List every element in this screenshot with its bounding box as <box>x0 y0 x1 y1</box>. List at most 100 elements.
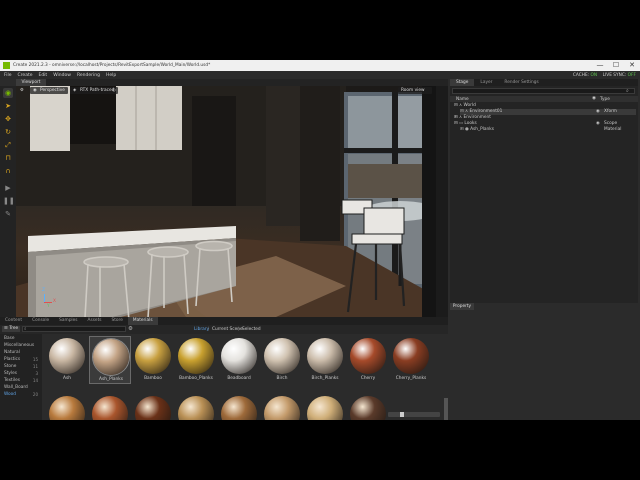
material-tile[interactable]: Bamboo_Planks <box>175 336 217 384</box>
camera-selector[interactable]: Perspective <box>40 88 65 93</box>
category-miscellaneous[interactable]: Miscellaneous <box>4 343 34 348</box>
renderer-selector[interactable]: RTX Path-traced <box>80 88 114 93</box>
tab-property[interactable]: Property <box>450 303 474 310</box>
filter-settings-icon[interactable]: ⚙ <box>128 326 133 332</box>
material-tile[interactable]: Birch <box>261 336 303 384</box>
scale-tool-icon[interactable]: ⤢ <box>3 140 13 150</box>
slider-handle[interactable] <box>400 412 404 417</box>
play-icon[interactable]: ▶ <box>3 183 13 193</box>
material-tile[interactable]: Ash <box>46 336 88 384</box>
visibility-icon[interactable]: ◉ <box>596 121 600 126</box>
category-count: 15 <box>32 357 38 362</box>
material-tile[interactable] <box>261 394 303 420</box>
minimize-button[interactable]: — <box>592 60 608 71</box>
viewport[interactable]: ⚙ ◉ Perspective ◈ RTX Path-traced ◎ Room… <box>16 86 436 317</box>
menu-rendering[interactable]: Rendering <box>77 73 100 78</box>
material-preview <box>307 338 343 374</box>
category-wall-board[interactable]: Wall_Board <box>4 385 28 390</box>
tab-render-settings[interactable]: Render Settings <box>498 79 544 86</box>
category-plastics[interactable]: Plastics 15 <box>4 357 40 362</box>
category-wood[interactable]: Wood 20 <box>4 392 40 397</box>
material-tile[interactable]: Cherry_Planks <box>390 336 432 384</box>
visibility-icon[interactable]: ◉ <box>596 109 600 114</box>
category-stone[interactable]: Stone 11 <box>4 364 40 369</box>
cache-value[interactable]: ON <box>591 73 598 78</box>
tab-stage[interactable]: Stage <box>450 79 475 86</box>
material-tile[interactable]: Ash_Planks <box>89 336 131 384</box>
overlay-label[interactable]: Room view <box>401 88 425 93</box>
tab-viewport[interactable]: Viewport <box>16 79 46 86</box>
magnet-tool-icon[interactable]: ∩ <box>3 166 13 176</box>
stage-row-ash-planks[interactable]: ⊞ ● Ash_Planks Material <box>460 127 636 133</box>
snap-tool-icon[interactable]: ⊓ <box>3 153 13 163</box>
axis-y-label: Y <box>47 304 50 309</box>
axis-x-label: X <box>53 299 56 304</box>
category-natural[interactable]: Natural <box>4 350 20 355</box>
material-grid-scrollbar[interactable] <box>444 398 448 420</box>
material-tile[interactable]: Bamboo <box>132 336 174 384</box>
menu-edit[interactable]: Edit <box>38 73 47 78</box>
expand-icon[interactable]: ⊟ <box>454 121 458 126</box>
menu-file[interactable]: File <box>4 73 12 78</box>
category-label: Styles <box>4 371 18 376</box>
settings-icon[interactable]: ⚙ <box>20 88 24 93</box>
omniverse-icon[interactable]: ◉ <box>3 88 13 98</box>
select-tool-icon[interactable]: ➤ <box>3 101 13 111</box>
expand-icon[interactable]: ⊞ <box>454 115 458 120</box>
material-label: Ash_Planks <box>99 377 123 382</box>
column-type[interactable]: Type <box>600 97 610 102</box>
paint-tool-icon[interactable]: ✎ <box>3 209 13 219</box>
material-tile[interactable] <box>347 394 389 420</box>
live-sync-value[interactable]: OFF <box>628 73 636 78</box>
rotate-tool-icon[interactable]: ↻ <box>3 127 13 137</box>
material-tile[interactable] <box>89 394 131 420</box>
material-tile[interactable]: Beadboard <box>218 336 260 384</box>
material-tile[interactable] <box>46 394 88 420</box>
material-tile[interactable] <box>175 394 217 420</box>
menu-help[interactable]: Help <box>106 73 116 78</box>
expand-icon[interactable]: ⊟ <box>454 103 458 108</box>
tab-layer[interactable]: Layer <box>474 79 498 86</box>
category-count: 20 <box>32 392 38 397</box>
material-tile[interactable] <box>218 394 260 420</box>
maximize-button[interactable]: ☐ <box>608 60 624 71</box>
close-button[interactable]: ✕ <box>624 60 640 71</box>
tab-console[interactable]: Console <box>27 317 54 325</box>
tab-store[interactable]: Store <box>107 317 128 325</box>
tab-content[interactable]: Content <box>0 317 27 325</box>
tool-bar: ◉ ➤ ✥ ↻ ⤢ ⊓ ∩ ▶ ❚❚ ✎ <box>0 86 16 317</box>
viewport-side-strip <box>436 86 448 317</box>
material-tile[interactable]: Birch_Planks <box>304 336 346 384</box>
material-preview <box>350 396 386 420</box>
stage-row-type: Material <box>604 127 622 132</box>
pause-icon[interactable]: ❚❚ <box>3 196 15 206</box>
column-name[interactable]: Name <box>456 97 469 102</box>
filter-selected[interactable]: Selected <box>242 327 261 332</box>
material-tile[interactable] <box>304 394 346 420</box>
material-preview <box>307 396 343 420</box>
tab-samples[interactable]: Samples <box>54 317 82 325</box>
menu-create[interactable]: Create <box>18 73 33 78</box>
tab-materials[interactable]: Materials <box>127 317 158 325</box>
material-label: Bamboo_Planks <box>179 376 213 381</box>
material-label: Birch <box>276 376 288 381</box>
category-textiles[interactable]: Textiles 14 <box>4 378 40 383</box>
filter-separator: | <box>238 327 240 332</box>
material-preview <box>393 338 429 374</box>
tab-assets[interactable]: Assets <box>83 317 107 325</box>
category-base[interactable]: Base <box>4 336 14 341</box>
move-tool-icon[interactable]: ✥ <box>3 114 13 124</box>
stage-row-label: Environment <box>463 115 491 120</box>
material-tile[interactable] <box>132 394 174 420</box>
material-preview <box>178 338 214 374</box>
material-tile[interactable]: Cherry <box>347 336 389 384</box>
stage-search-input[interactable] <box>452 88 635 94</box>
material-search-input[interactable]: ⌕ <box>22 326 126 332</box>
eye-icon[interactable]: ◎ <box>112 88 116 93</box>
menu-window[interactable]: Window <box>53 73 71 78</box>
category-styles[interactable]: Styles 3 <box>4 371 40 376</box>
filter-library[interactable]: Library <box>194 327 209 332</box>
stage-row-type: Scope <box>604 121 618 126</box>
thumbnail-size-slider[interactable] <box>388 412 440 417</box>
tree-toggle[interactable]: ☰ Tree <box>2 326 20 332</box>
